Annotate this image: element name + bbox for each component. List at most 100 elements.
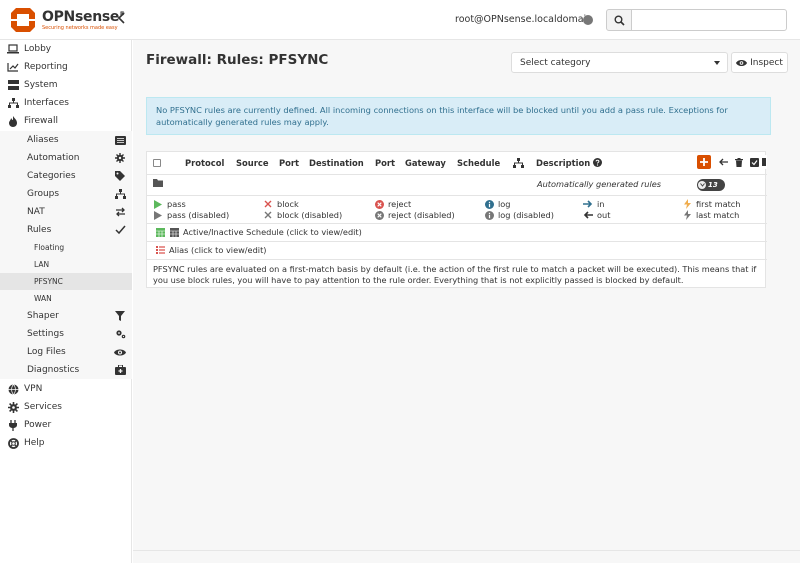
legend-log-disabled: log (disabled): [484, 210, 554, 220]
delete-rules-button[interactable]: [732, 155, 746, 169]
plug-icon: [7, 419, 19, 431]
arrow-right-icon: [583, 199, 593, 209]
calendar-active-icon: [155, 227, 165, 237]
status-dot-icon[interactable]: [583, 15, 593, 25]
column-destination-port[interactable]: Port: [375, 158, 395, 168]
row-divider: [147, 241, 767, 242]
chevron-down-icon: [698, 181, 706, 189]
sidebar-item-diagnostics[interactable]: Diagnostics: [0, 361, 132, 379]
sidebar-item-shaper[interactable]: Shaper: [0, 307, 132, 325]
sidebar-item-vpn[interactable]: VPN: [0, 380, 132, 398]
info-circle-icon: [484, 199, 494, 209]
search-icon: [614, 15, 625, 26]
fire-icon: [7, 115, 19, 127]
column-sitemap[interactable]: [513, 158, 524, 170]
sidebar-item-automation[interactable]: Automation: [0, 149, 132, 167]
play-icon: [153, 199, 163, 209]
sidebar-item-interfaces[interactable]: Interfaces: [0, 94, 132, 112]
page-title: Firewall: Rules: PFSYNC: [146, 52, 329, 68]
add-rule-button[interactable]: [697, 155, 711, 169]
tags-icon: [114, 170, 126, 182]
sidebar-item-groups[interactable]: Groups: [0, 185, 132, 203]
column-description[interactable]: Description: [536, 158, 603, 168]
move-rule-button[interactable]: [716, 155, 730, 169]
times-circle-icon: [374, 199, 384, 209]
sidebar-item-rules[interactable]: Rules: [0, 221, 132, 239]
sidebar-item-firewall[interactable]: Firewall: [0, 112, 132, 130]
sidebar-item-lan[interactable]: LAN: [0, 256, 132, 273]
times-icon: [263, 199, 273, 209]
bolt-icon: [682, 199, 692, 209]
top-bar: OPNsense® Securing networks made easy ro…: [0, 0, 800, 40]
select-all-checkbox[interactable]: [153, 159, 161, 167]
eye-icon: [114, 346, 126, 358]
header-divider: [147, 174, 767, 175]
enable-rules-button[interactable]: [747, 155, 761, 169]
plus-icon: [700, 158, 708, 166]
opnsense-logo[interactable]: OPNsense® Securing networks made easy: [8, 5, 125, 35]
auto-rules-count-badge[interactable]: 13: [697, 179, 725, 191]
check-icon: [114, 224, 126, 236]
sidebar-item-log-files[interactable]: Log Files: [0, 343, 132, 361]
sidebar-item-nat[interactable]: NAT: [0, 203, 132, 221]
chart-icon: [7, 61, 19, 73]
times-icon: [263, 210, 273, 220]
search-input[interactable]: [631, 9, 787, 31]
folder-icon[interactable]: [153, 179, 163, 190]
legend-block-disabled: block (disabled): [263, 210, 342, 220]
column-source-port[interactable]: Port: [279, 158, 299, 168]
collapse-sidebar-icon[interactable]: [116, 12, 128, 27]
sidebar-item-power[interactable]: Power: [0, 416, 132, 434]
category-select[interactable]: Select category: [511, 52, 728, 73]
lifebuoy-icon: [7, 437, 19, 449]
column-schedule[interactable]: Schedule: [457, 158, 500, 168]
list-red-icon: [155, 245, 165, 255]
sidebar-item-reporting[interactable]: Reporting: [0, 58, 132, 76]
info-alert: No PFSYNC rules are currently defined. A…: [146, 97, 771, 135]
legend-block: block: [263, 199, 299, 209]
eye-icon: [736, 59, 748, 66]
sidebar-item-aliases[interactable]: Aliases: [0, 131, 132, 149]
sidebar-item-system[interactable]: System: [0, 76, 132, 94]
check-square-icon: [749, 157, 759, 167]
legend-pass-disabled: pass (disabled): [153, 210, 229, 220]
legend-log: log: [484, 199, 510, 209]
trash-icon: [735, 157, 743, 167]
disable-rules-edge: [766, 155, 767, 169]
rules-table: Protocol Source Port Destination Port Ga…: [146, 151, 767, 288]
main-content: Firewall: Rules: PFSYNC Select category …: [133, 40, 800, 563]
column-destination[interactable]: Destination: [309, 158, 364, 168]
sitemap-icon: [513, 158, 524, 168]
calendar-inactive-icon: [169, 227, 179, 237]
inspect-button[interactable]: Inspect: [731, 52, 788, 73]
sidebar-item-pfsync[interactable]: PFSYNC: [0, 273, 132, 290]
auto-rules-description: Automatically generated rules: [537, 179, 662, 189]
column-source[interactable]: Source: [236, 158, 269, 168]
sidebar-item-categories[interactable]: Categories: [0, 167, 132, 185]
times-circle-icon: [374, 210, 384, 220]
filter-icon: [114, 310, 126, 322]
sidebar-item-services[interactable]: Services: [0, 398, 132, 416]
sitemap-icon: [7, 97, 19, 109]
legend-out: out: [583, 210, 610, 220]
sidebar-item-lobby[interactable]: Lobby: [0, 40, 132, 58]
gear-icon: [114, 152, 126, 164]
search-button[interactable]: [606, 9, 632, 31]
caret-down-icon: [714, 61, 720, 65]
column-gateway[interactable]: Gateway: [405, 158, 446, 168]
row-divider: [147, 259, 767, 260]
opnsense-mark-icon: [11, 8, 35, 32]
gears-icon: [114, 328, 126, 340]
bolt-icon: [682, 210, 692, 220]
sidebar-item-wan[interactable]: WAN: [0, 290, 132, 307]
brand-tagline: Securing networks made easy: [42, 25, 118, 31]
user-label[interactable]: root@OPNsense.localdomain: [455, 14, 592, 25]
question-circle-icon[interactable]: [593, 158, 603, 167]
legend-reject-disabled: reject (disabled): [374, 210, 455, 220]
column-protocol[interactable]: Protocol: [185, 158, 224, 168]
sidebar-item-floating[interactable]: Floating: [0, 239, 132, 256]
sidebar-item-settings[interactable]: Settings: [0, 325, 132, 343]
medkit-icon: [114, 364, 126, 376]
sidebar-item-help[interactable]: Help: [0, 434, 132, 452]
arrow-left-icon: [583, 210, 593, 220]
